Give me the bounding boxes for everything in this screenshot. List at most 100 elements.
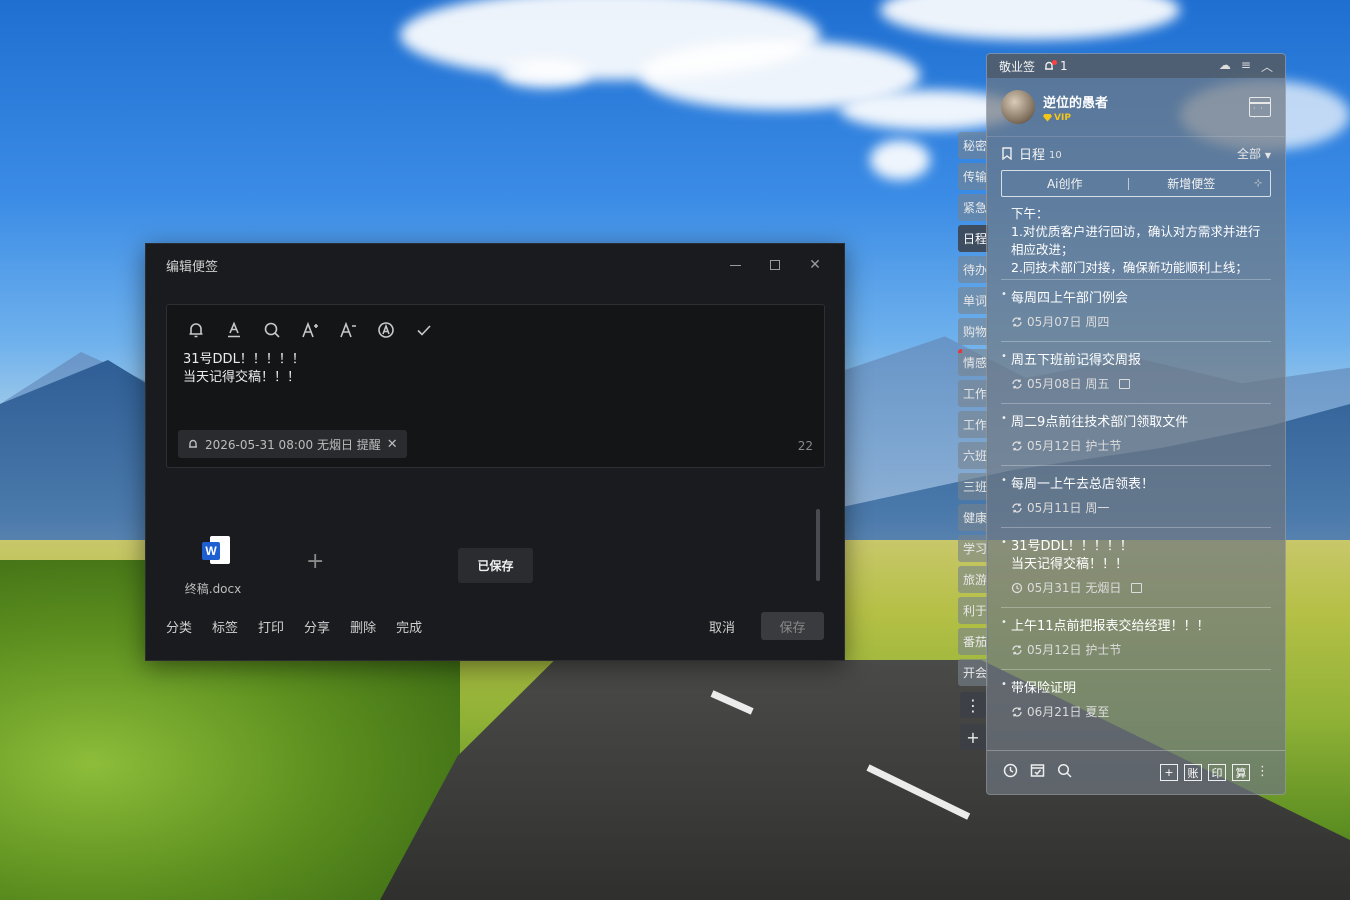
side-tab[interactable]: 学习	[958, 535, 988, 562]
side-tab[interactable]: 三班	[958, 473, 988, 500]
save-button[interactable]: 保存	[761, 612, 824, 640]
note-title: 每周一上午去总店领表！	[1011, 477, 1155, 492]
font-increase-icon	[302, 321, 318, 338]
avatar[interactable]	[1001, 90, 1035, 124]
window-controls: ✕	[726, 256, 824, 274]
collapse-icon[interactable]: ︿	[1261, 58, 1273, 75]
ledger-button[interactable]: 账	[1184, 764, 1202, 781]
list-item[interactable]: 31号DDL！！！！！ 当天记得交稿！！！ 05月31日 无烟日	[1001, 527, 1271, 607]
editor-actions: 分类 标签 打印 分享 删除 完成 取消 保存	[166, 612, 824, 640]
side-tab[interactable]: 传输	[958, 163, 988, 190]
reminder-tool[interactable]	[183, 319, 209, 341]
pin-icon[interactable]: ⊹	[1254, 178, 1270, 189]
completed-button[interactable]	[1030, 763, 1045, 782]
calculator-button[interactable]: 算	[1232, 764, 1250, 781]
note-date: 05月11日 周一	[1027, 501, 1110, 515]
vip-badge: VIP	[1043, 113, 1108, 123]
note-meta: 05月11日 周一	[1011, 499, 1271, 516]
font-decrease-tool[interactable]	[335, 319, 361, 341]
side-tab[interactable]: 健康	[958, 504, 988, 531]
add-tab-button[interactable]: +	[960, 724, 986, 750]
list-item[interactable]: 周二9点前往技术部门领取文件 05月12日 护士节	[1001, 403, 1271, 465]
menu-icon[interactable]: ≡	[1241, 58, 1251, 75]
note-content[interactable]: 31号DDL！！！！！ 当天记得交稿！！！	[167, 341, 824, 387]
note-title: 上午11点前把报表交给经理！！！	[1011, 619, 1210, 634]
app-brand: 敬业签	[999, 59, 1036, 74]
maximize-icon	[770, 260, 780, 270]
delete-button[interactable]: 删除	[350, 617, 376, 636]
side-tab[interactable]: 秘密	[958, 132, 988, 159]
minimize-icon	[729, 264, 741, 266]
text-color-tool[interactable]	[221, 319, 247, 341]
more-vertical-icon[interactable]: ⋮	[1256, 764, 1269, 781]
cloud	[870, 140, 930, 180]
search-icon	[264, 322, 280, 338]
search-tool[interactable]	[259, 319, 285, 341]
side-tab[interactable]: 紧急	[958, 194, 988, 221]
calendar-icon[interactable]	[1249, 97, 1271, 122]
check-icon	[417, 325, 431, 336]
side-tab[interactable]: 待办	[958, 256, 988, 283]
list-item[interactable]: 带保险证明 06月21日 夏至	[1001, 669, 1271, 731]
maximize-button[interactable]	[766, 256, 784, 274]
notification-button[interactable]: 1	[1043, 59, 1068, 73]
print-button[interactable]: 印	[1208, 764, 1226, 781]
remove-reminder-icon[interactable]: ✕	[387, 437, 398, 452]
tag-icon	[1131, 582, 1143, 593]
checklist-icon	[1030, 764, 1045, 777]
side-tab[interactable]: 番茄	[958, 628, 988, 655]
search-button[interactable]	[1057, 763, 1072, 782]
filter-dropdown[interactable]: 全部 ▼	[1237, 145, 1271, 162]
add-note-button[interactable]: 新增便签	[1129, 175, 1255, 192]
share-button[interactable]: 分享	[304, 617, 330, 636]
side-tab[interactable]: 情感	[958, 349, 988, 376]
side-tab[interactable]: 单词	[958, 287, 988, 314]
notification-count: 1	[1060, 59, 1068, 73]
list-item[interactable]: 每周四上午部门例会 05月07日 周四	[1001, 279, 1271, 341]
side-tab[interactable]: 旅游	[958, 566, 988, 593]
tool-buttons: + 账 印 算 ⋮	[1160, 764, 1269, 781]
side-tab[interactable]: 六班	[958, 442, 988, 469]
ai-tool[interactable]	[373, 319, 399, 341]
list-item[interactable]: 上午11点前把报表交给经理！！！ 05月12日 护士节	[1001, 607, 1271, 669]
side-tab[interactable]: 工作	[958, 380, 988, 407]
attachment-file[interactable]: W 终稿.docx	[185, 536, 246, 597]
scrollbar[interactable]	[816, 509, 820, 581]
font-decrease-icon	[340, 321, 356, 338]
minimize-button[interactable]	[726, 256, 744, 274]
reminder-chip[interactable]: 2026-05-31 08:00 无烟日 提醒 ✕	[178, 430, 407, 458]
complete-button[interactable]: 完成	[396, 617, 422, 636]
create-actions: Ai创作 新增便签 ⊹	[1001, 170, 1271, 197]
side-tab[interactable]: 利于	[958, 597, 988, 624]
add-attachment-button[interactable]: +	[306, 551, 324, 573]
cancel-button[interactable]: 取消	[709, 617, 735, 636]
section-title: 日程	[1019, 148, 1046, 163]
history-button[interactable]	[1003, 763, 1018, 782]
font-increase-tool[interactable]	[297, 319, 323, 341]
category-button[interactable]: 分类	[166, 617, 192, 636]
clock-icon	[1011, 582, 1023, 593]
vip-label: VIP	[1054, 112, 1071, 123]
character-count: 22	[797, 439, 813, 453]
panel-top-bar: 敬业签 1 ☁ ≡ ︿	[987, 54, 1285, 78]
note-preview[interactable]: 下午： 1.对优质客户进行回访，确认对方需求并进行相应改进； 2.同技术部门对接…	[987, 197, 1285, 279]
note-title: 31号DDL！！！！！ 当天记得交稿！！！	[1011, 539, 1133, 572]
list-item[interactable]: 每周一上午去总店领表！ 05月11日 周一	[1001, 465, 1271, 527]
note-editor[interactable]: 31号DDL！！！！！ 当天记得交稿！！！ 2026-05-31 08:00 无…	[166, 304, 825, 468]
close-button[interactable]: ✕	[806, 256, 824, 274]
cloud-sync-icon[interactable]: ☁	[1219, 58, 1231, 75]
add-button[interactable]: +	[1160, 764, 1178, 781]
side-tab[interactable]: 开会	[958, 659, 988, 686]
side-tab[interactable]: 购物	[958, 318, 988, 345]
notification-dot	[1052, 59, 1058, 65]
print-button[interactable]: 打印	[258, 617, 284, 636]
side-tab[interactable]: 工作	[958, 411, 988, 438]
list-item[interactable]: 周五下班前记得交周报 05月08日 周五	[1001, 341, 1271, 403]
more-tabs-button[interactable]: ⋮	[960, 692, 986, 718]
clock-icon	[1003, 763, 1018, 778]
complete-tool[interactable]	[411, 319, 437, 341]
ai-create-button[interactable]: Ai创作	[1002, 175, 1128, 192]
tag-button[interactable]: 标签	[212, 617, 238, 636]
user-name[interactable]: 逆位的愚者	[1043, 92, 1108, 111]
side-tab-active[interactable]: 日程	[958, 225, 988, 252]
